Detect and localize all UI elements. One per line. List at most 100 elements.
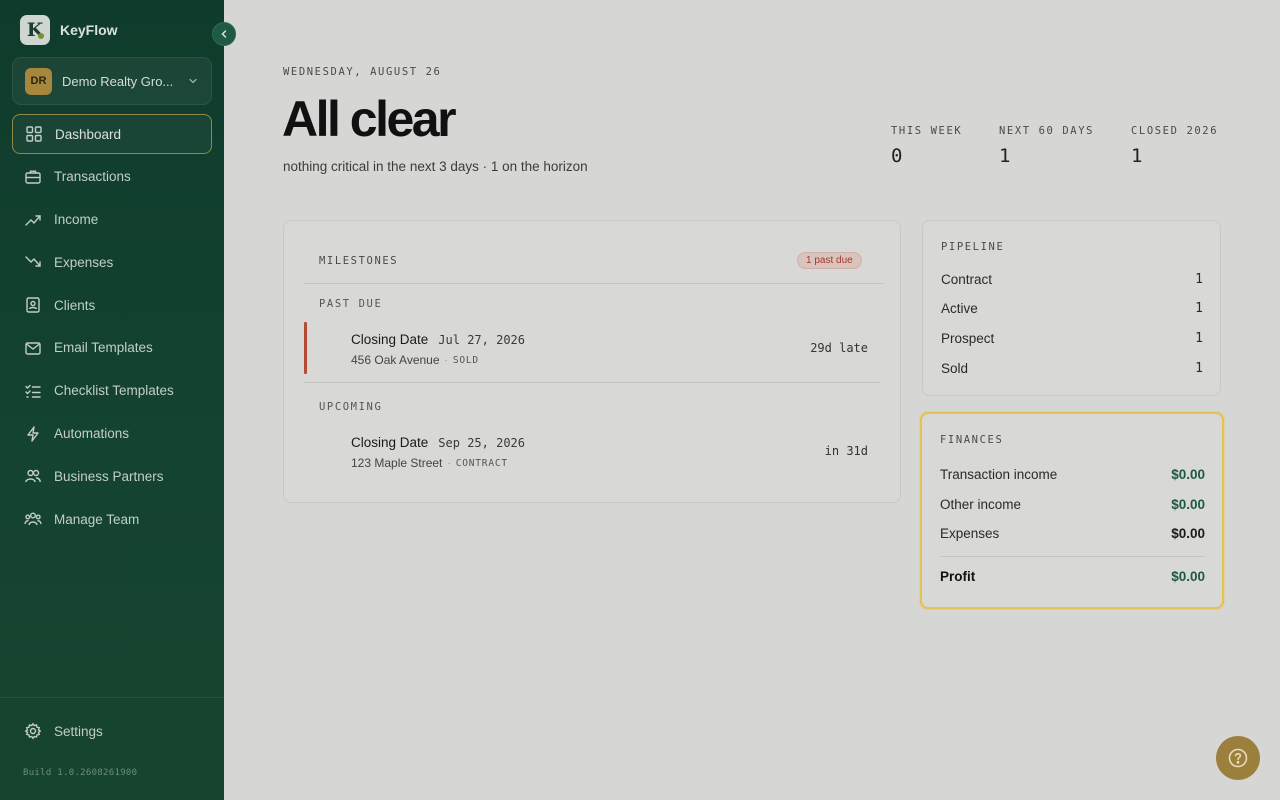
stat-closed-2026: CLOSED 2026 1 xyxy=(1131,125,1218,167)
milestones-title: MILESTONES xyxy=(319,255,399,267)
finance-row-profit: Profit $0.00 xyxy=(940,569,1205,584)
sidebar-item-label: Income xyxy=(54,212,99,228)
stat-value: 1 xyxy=(999,145,1011,167)
sidebar-item-dashboard[interactable]: Dashboard xyxy=(12,114,212,154)
bolt-icon xyxy=(27,425,39,442)
stat-value: 0 xyxy=(891,145,903,167)
milestone-address: 123 Maple Street xyxy=(351,456,443,470)
chevron-down-icon xyxy=(189,78,197,84)
milestone-row-upcoming[interactable]: Closing Date Sep 25, 2026 123 Maple Stre… xyxy=(304,425,880,479)
pipeline-title: PIPELINE xyxy=(941,241,1005,253)
finance-row-expenses: Expenses $0.00 xyxy=(940,526,1205,541)
finance-row-other-income: Other income $0.00 xyxy=(940,497,1205,512)
sidebar-item-business-partners[interactable]: Business Partners xyxy=(12,456,212,496)
finance-label: Other income xyxy=(940,497,1022,512)
stat-this-week: THIS WEEK 0 xyxy=(891,125,962,167)
trending-up-icon xyxy=(25,214,41,226)
checklist-icon xyxy=(25,384,41,398)
team-icon xyxy=(24,512,42,526)
sidebar-item-transactions[interactable]: Transactions xyxy=(12,157,212,197)
current-date: WEDNESDAY, AUGUST 26 xyxy=(283,66,442,78)
sidebar-item-label: Expenses xyxy=(54,254,114,270)
milestone-status: SOLD xyxy=(452,354,479,366)
pipeline-row-prospect[interactable]: Prospect 1 xyxy=(941,331,1203,346)
stat-label: THIS WEEK xyxy=(891,125,963,137)
org-name: Demo Realty Gro... xyxy=(62,73,174,89)
sidebar-item-manage-team[interactable]: Manage Team xyxy=(12,499,212,539)
help-icon xyxy=(1228,748,1248,768)
sidebar-item-label: Checklist Templates xyxy=(54,383,174,399)
gear-icon xyxy=(24,722,42,740)
sidebar-item-label: Business Partners xyxy=(54,468,164,484)
finance-label: Profit xyxy=(940,569,976,584)
finances-title: FINANCES xyxy=(940,434,1004,446)
app-name: KeyFlow xyxy=(60,22,118,38)
finance-amount: $0.00 xyxy=(1171,497,1205,512)
milestone-relative-time: in 31d xyxy=(824,444,868,458)
pipeline-row-active[interactable]: Active 1 xyxy=(941,301,1203,316)
past-due-indicator xyxy=(304,322,307,374)
sidebar-item-settings[interactable]: Settings xyxy=(24,722,103,740)
sidebar-nav: Dashboard Transactions Income Expenses C… xyxy=(12,114,212,542)
sidebar: K KeyFlow DR Demo Realty Gro... Dashboar… xyxy=(0,0,224,800)
pipeline-count: 1 xyxy=(1195,301,1203,316)
dashboard-icon xyxy=(26,126,42,142)
pipeline-count: 1 xyxy=(1195,361,1203,376)
finance-amount: $0.00 xyxy=(1171,467,1205,482)
sidebar-item-expenses[interactable]: Expenses xyxy=(12,242,212,282)
pipeline-count: 1 xyxy=(1195,331,1203,346)
pipeline-label: Contract xyxy=(941,272,993,287)
collapse-sidebar-button[interactable] xyxy=(212,22,236,46)
milestone-date: Jul 27, 2026 xyxy=(438,333,525,347)
divider xyxy=(304,283,883,284)
settings-label: Settings xyxy=(54,723,103,739)
sidebar-item-label: Clients xyxy=(54,297,96,313)
sidebar-item-email-templates[interactable]: Email Templates xyxy=(12,328,212,368)
pipeline-label: Sold xyxy=(941,361,969,376)
org-avatar: DR xyxy=(25,67,52,95)
sidebar-item-checklist-templates[interactable]: Checklist Templates xyxy=(12,371,212,411)
pipeline-count: 1 xyxy=(1195,272,1203,287)
sidebar-item-income[interactable]: Income xyxy=(12,200,212,240)
sidebar-divider xyxy=(0,697,224,698)
separator: · xyxy=(447,457,451,469)
partners-icon xyxy=(25,470,41,483)
pipeline-card: PIPELINE Contract 1 Active 1 Prospect 1 … xyxy=(922,220,1221,396)
milestone-status: CONTRACT xyxy=(455,457,508,469)
milestone-row-past-due[interactable]: Closing Date Jul 27, 2026 456 Oak Avenue… xyxy=(304,322,880,376)
past-due-section-label: PAST DUE xyxy=(319,298,383,310)
milestone-name: Closing Date xyxy=(351,435,429,450)
help-button[interactable] xyxy=(1216,736,1260,780)
finance-amount: $0.00 xyxy=(1171,526,1205,541)
separator: · xyxy=(444,354,448,366)
mail-icon xyxy=(25,342,41,355)
finance-label: Transaction income xyxy=(940,467,1058,482)
brand[interactable]: K KeyFlow xyxy=(20,15,118,45)
page-title: All clear xyxy=(282,91,457,147)
finances-card[interactable]: FINANCES Transaction income $0.00 Other … xyxy=(920,412,1224,609)
divider xyxy=(940,556,1205,557)
sidebar-item-label: Transactions xyxy=(54,169,131,185)
pipeline-label: Prospect xyxy=(941,331,995,346)
contacts-icon xyxy=(26,297,40,313)
stat-label: NEXT 60 DAYS xyxy=(999,125,1095,137)
milestone-date: Sep 25, 2026 xyxy=(438,436,525,450)
pipeline-row-sold[interactable]: Sold 1 xyxy=(941,361,1203,376)
chevron-left-icon xyxy=(221,30,227,38)
briefcase-icon xyxy=(25,170,41,184)
sidebar-item-label: Automations xyxy=(54,426,130,442)
sidebar-item-clients[interactable]: Clients xyxy=(12,285,212,325)
milestone-address: 456 Oak Avenue xyxy=(351,353,440,367)
sidebar-item-label: Manage Team xyxy=(54,511,140,527)
divider xyxy=(304,382,880,383)
trending-down-icon xyxy=(25,256,41,268)
upcoming-section-label: UPCOMING xyxy=(319,401,383,413)
org-switcher[interactable]: DR Demo Realty Gro... xyxy=(12,57,212,105)
build-version: Build 1.0.2608261900 xyxy=(23,768,138,778)
sidebar-item-automations[interactable]: Automations xyxy=(12,414,212,454)
pipeline-row-contract[interactable]: Contract 1 xyxy=(941,272,1203,287)
finance-row-transaction-income: Transaction income $0.00 xyxy=(940,467,1205,482)
keyflow-logo-icon: K xyxy=(20,15,50,45)
pipeline-label: Active xyxy=(941,301,978,316)
sidebar-item-label: Dashboard xyxy=(55,126,122,142)
